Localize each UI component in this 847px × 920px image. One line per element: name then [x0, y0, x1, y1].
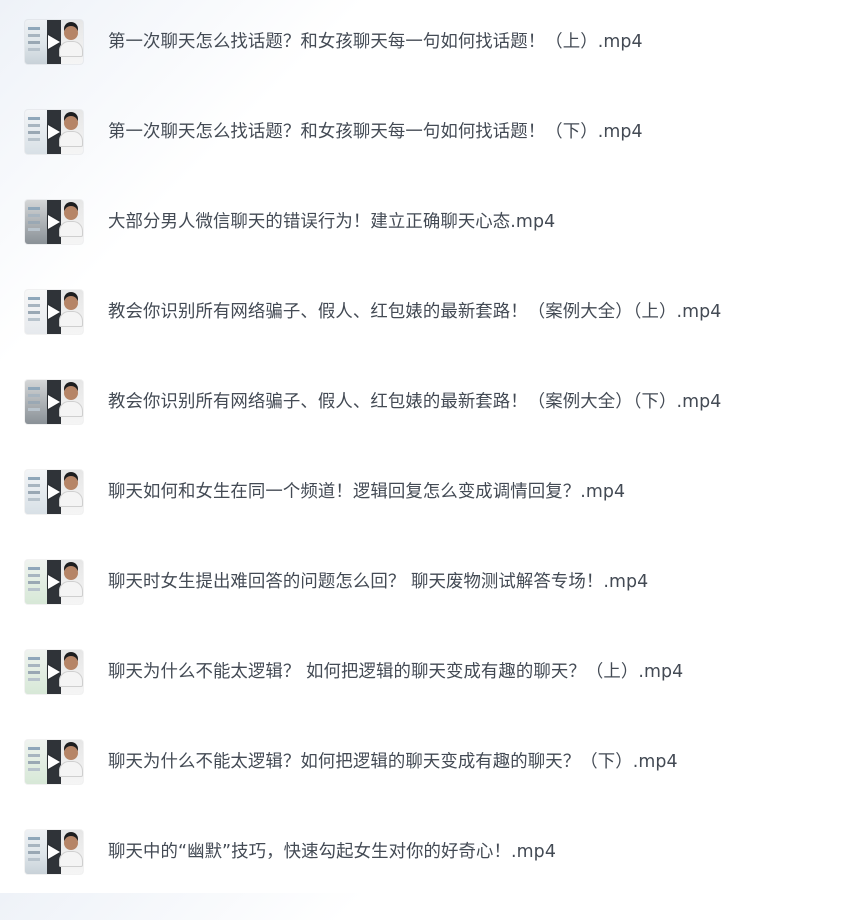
- thumbnail-left-frame: [25, 560, 48, 604]
- file-name[interactable]: 教会你识别所有网络骗子、假人、红包婊的最新套路！（案例大全）（上）.mp4: [108, 300, 721, 324]
- file-name[interactable]: 聊天中的“幽默”技巧，快速勾起女生对你的好奇心！.mp4: [108, 840, 556, 864]
- thumbnail-left-frame: [25, 380, 48, 424]
- person-figure-icon: [59, 116, 83, 147]
- person-figure-icon: [59, 206, 83, 237]
- file-row[interactable]: 大部分男人微信聊天的错误行为！建立正确聊天心态.mp4: [0, 200, 847, 290]
- person-figure-icon: [59, 566, 83, 597]
- thumbnail-left-frame: [25, 200, 48, 244]
- video-thumbnail-icon[interactable]: [25, 650, 83, 694]
- file-row[interactable]: 第一次聊天怎么找话题？和女孩聊天每一句如何找话题！（上）.mp4: [0, 20, 847, 110]
- video-file-list: 第一次聊天怎么找话题？和女孩聊天每一句如何找话题！（上）.mp4 第一次聊天怎么…: [0, 0, 847, 893]
- file-row[interactable]: 第一次聊天怎么找话题？和女孩聊天每一句如何找话题！（下）.mp4: [0, 110, 847, 200]
- thumbnail-left-frame: [25, 110, 48, 154]
- play-icon: [48, 485, 60, 499]
- play-icon: [48, 35, 60, 49]
- thumbnail-left-frame: [25, 740, 48, 784]
- person-figure-icon: [59, 656, 83, 687]
- file-row[interactable]: 聊天时女生提出难回答的问题怎么回？ 聊天废物测试解答专场！.mp4: [0, 560, 847, 650]
- file-name[interactable]: 聊天为什么不能太逻辑？ 如何把逻辑的聊天变成有趣的聊天？（上）.mp4: [108, 660, 683, 684]
- person-figure-icon: [59, 386, 83, 417]
- file-row[interactable]: 教会你识别所有网络骗子、假人、红包婊的最新套路！（案例大全）（下）.mp4: [0, 380, 847, 470]
- play-icon: [48, 575, 60, 589]
- file-name[interactable]: 第一次聊天怎么找话题？和女孩聊天每一句如何找话题！（上）.mp4: [108, 30, 643, 54]
- play-icon: [48, 305, 60, 319]
- thumbnail-left-frame: [25, 470, 48, 514]
- person-figure-icon: [59, 836, 83, 867]
- video-thumbnail-icon[interactable]: [25, 560, 83, 604]
- file-row[interactable]: 聊天如何和女生在同一个频道！逻辑回复怎么变成调情回复？.mp4: [0, 470, 847, 560]
- person-figure-icon: [59, 26, 83, 57]
- file-name[interactable]: 教会你识别所有网络骗子、假人、红包婊的最新套路！（案例大全）（下）.mp4: [108, 390, 721, 414]
- file-name[interactable]: 聊天为什么不能太逻辑？如何把逻辑的聊天变成有趣的聊天？（下）.mp4: [108, 750, 678, 774]
- video-thumbnail-icon[interactable]: [25, 290, 83, 334]
- person-figure-icon: [59, 476, 83, 507]
- file-row[interactable]: 教会你识别所有网络骗子、假人、红包婊的最新套路！（案例大全）（上）.mp4: [0, 290, 847, 380]
- play-icon: [48, 755, 60, 769]
- file-name[interactable]: 大部分男人微信聊天的错误行为！建立正确聊天心态.mp4: [108, 210, 555, 234]
- file-row[interactable]: 聊天中的“幽默”技巧，快速勾起女生对你的好奇心！.mp4: [0, 830, 847, 920]
- video-thumbnail-icon[interactable]: [25, 20, 83, 64]
- thumbnail-left-frame: [25, 20, 48, 64]
- file-row[interactable]: 聊天为什么不能太逻辑？ 如何把逻辑的聊天变成有趣的聊天？（上）.mp4: [0, 650, 847, 740]
- video-thumbnail-icon[interactable]: [25, 110, 83, 154]
- thumbnail-left-frame: [25, 290, 48, 334]
- video-thumbnail-icon[interactable]: [25, 380, 83, 424]
- play-icon: [48, 665, 60, 679]
- person-figure-icon: [59, 296, 83, 327]
- file-row[interactable]: 聊天为什么不能太逻辑？如何把逻辑的聊天变成有趣的聊天？（下）.mp4: [0, 740, 847, 830]
- person-figure-icon: [59, 746, 83, 777]
- file-name[interactable]: 聊天时女生提出难回答的问题怎么回？ 聊天废物测试解答专场！.mp4: [108, 570, 648, 594]
- video-thumbnail-icon[interactable]: [25, 830, 83, 874]
- play-icon: [48, 845, 60, 859]
- file-name[interactable]: 第一次聊天怎么找话题？和女孩聊天每一句如何找话题！（下）.mp4: [108, 120, 643, 144]
- video-thumbnail-icon[interactable]: [25, 200, 83, 244]
- file-name[interactable]: 聊天如何和女生在同一个频道！逻辑回复怎么变成调情回复？.mp4: [108, 480, 625, 504]
- thumbnail-left-frame: [25, 650, 48, 694]
- play-icon: [48, 125, 60, 139]
- play-icon: [48, 395, 60, 409]
- video-thumbnail-icon[interactable]: [25, 740, 83, 784]
- video-thumbnail-icon[interactable]: [25, 470, 83, 514]
- play-icon: [48, 215, 60, 229]
- thumbnail-left-frame: [25, 830, 48, 874]
